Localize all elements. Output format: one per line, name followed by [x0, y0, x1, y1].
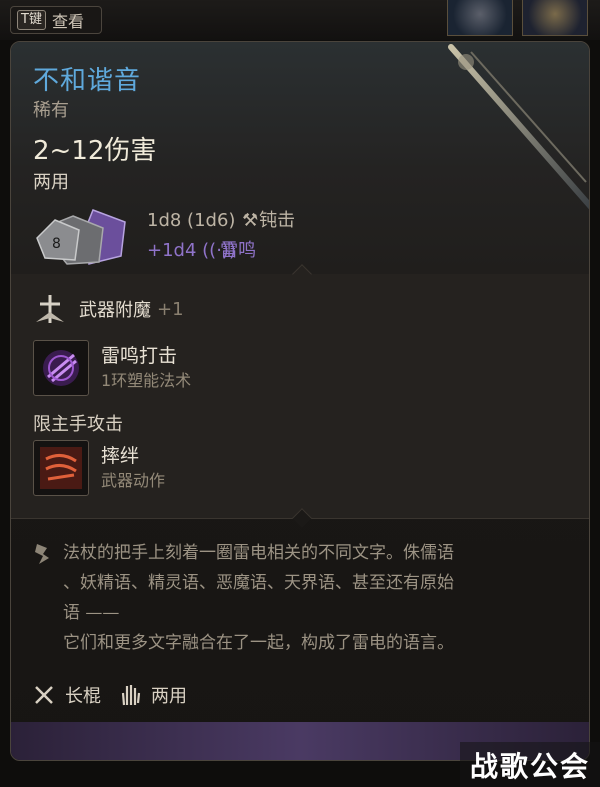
- topple-icon: [33, 440, 89, 496]
- handedness-footer: 两用: [151, 686, 187, 707]
- weapon-type: 长棍: [65, 686, 101, 707]
- t-key-badge: T键: [17, 10, 46, 30]
- damage-range: 2~12伤害: [33, 136, 157, 166]
- lore-line: 法杖的把手上刻着一圈雷电相关的不同文字。侏儒语: [63, 543, 454, 563]
- equipment-slot-1[interactable]: [447, 0, 513, 36]
- damage-type: 钝击: [259, 210, 296, 231]
- item-rarity: 稀有: [33, 100, 69, 121]
- lore-line: 、妖精语、精灵语、恶魔语、天界语、甚至还有原始: [63, 573, 454, 593]
- bonus-type: 雷鸣: [220, 240, 257, 261]
- handedness-label: 两用: [33, 172, 69, 193]
- hammer-icon: ⚒: [242, 210, 259, 231]
- quarterstaff-icon: [35, 686, 53, 704]
- bonus-damage-dice: +1d4 ((·))雷鸣: [147, 236, 256, 262]
- dice-main: 1d8 (1d6): [147, 210, 236, 231]
- top-bar: T键 查看: [0, 0, 600, 40]
- quill-icon: [35, 544, 49, 564]
- svg-text:8: 8: [52, 236, 61, 252]
- enchantment-icon: [36, 295, 64, 323]
- weapon-enchantment: 武器附魔 +1: [33, 292, 184, 326]
- action-topple[interactable]: 摔绊 武器动作: [33, 440, 165, 496]
- lore-line: 它们和更多文字融合在了一起，构成了雷电的语言。: [63, 633, 454, 653]
- thunder-strike-icon: [33, 340, 89, 396]
- equipment-slot-2[interactable]: [522, 0, 588, 36]
- enchantment-value: +1: [157, 298, 184, 320]
- watermark: 战歌公会: [460, 742, 600, 787]
- spell-thunder-strike[interactable]: 雷鸣打击 1环塑能法术: [33, 340, 191, 396]
- dice-bonus: +1d4: [147, 240, 197, 261]
- spell-subtitle: 1环塑能法术: [101, 371, 192, 390]
- inspect-label: 查看: [51, 12, 84, 31]
- lore-text: 法杖的把手上刻着一圈雷电相关的不同文字。侏儒语 、妖精语、精灵语、恶魔语、天界语…: [63, 538, 573, 658]
- enchantment-label: 武器附魔: [79, 300, 151, 321]
- staff-image: [448, 44, 589, 210]
- action-name: 摔绊: [101, 445, 140, 467]
- inspect-key-hint[interactable]: T键 查看: [10, 6, 102, 34]
- hand-icon: [121, 685, 141, 706]
- base-damage-dice: 1d8 (1d6) ⚒钝击: [147, 206, 295, 232]
- spell-name: 雷鸣打击: [101, 345, 178, 367]
- action-subtitle: 武器动作: [101, 471, 166, 490]
- thunder-icon: ((·)): [202, 240, 236, 261]
- dice-icon: 8: [36, 209, 126, 265]
- mainhand-only-label: 限主手攻击: [33, 414, 123, 435]
- item-name: 不和谐音: [33, 66, 142, 96]
- item-footer: 长棍 两用: [33, 682, 205, 708]
- lore-line: 语 ——: [63, 603, 120, 623]
- item-tooltip: 不和谐音 稀有 2~12伤害 两用 8 1d8 (1d6) ⚒钝击 +1d4 (…: [10, 41, 590, 761]
